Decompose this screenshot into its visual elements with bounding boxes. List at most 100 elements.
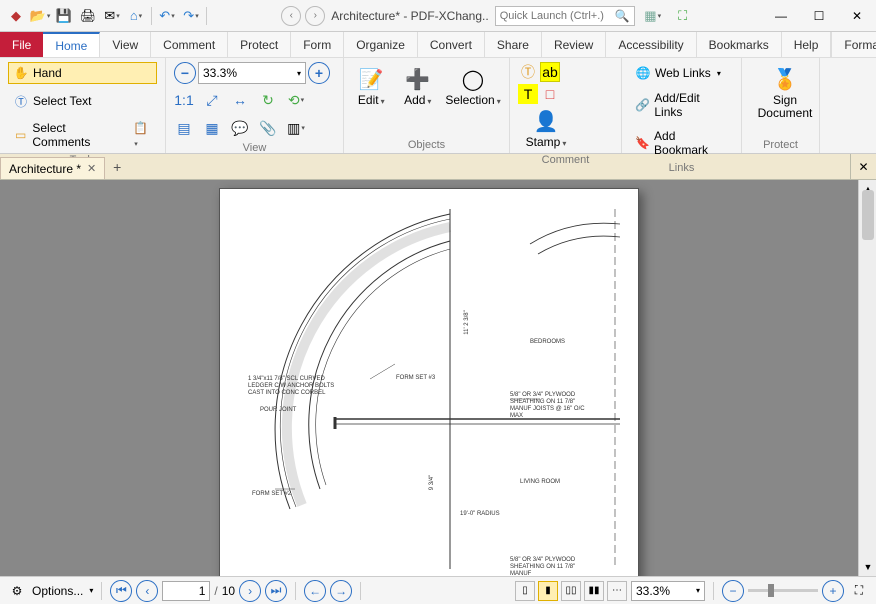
document-tab[interactable]: Architecture * ✕: [0, 157, 105, 179]
stamp-button[interactable]: 👤 Stamp: [518, 104, 574, 152]
label-dim1: 11' 2 3/8": [464, 310, 471, 335]
close-button[interactable]: ✕: [838, 1, 876, 31]
nav-forward-icon[interactable]: ›: [305, 6, 325, 26]
sign-document-button[interactable]: 🏅 Sign Document: [750, 62, 820, 122]
add-icon: ➕: [403, 64, 433, 94]
two-continuous-view[interactable]: ▮▮: [584, 581, 604, 601]
label-bedrooms: BEDROOMS: [530, 339, 565, 346]
fit-page-icon[interactable]: ⤢: [202, 90, 222, 110]
comments-panel-icon[interactable]: 💬: [230, 118, 250, 138]
undo-icon[interactable]: ↶: [155, 4, 179, 28]
menu-format[interactable]: Format: [831, 32, 876, 57]
shape-icon[interactable]: □: [540, 84, 560, 104]
nav-back-button[interactable]: ←: [304, 580, 326, 602]
more-views-icon[interactable]: ⋯: [607, 581, 627, 601]
menu-view[interactable]: View: [100, 32, 151, 57]
fit-visible-icon[interactable]: ↻: [258, 90, 278, 110]
zoom-in-button[interactable]: +: [308, 62, 330, 84]
clipboard-dropdown-icon[interactable]: 📋: [133, 121, 152, 149]
add-bookmark-button[interactable]: 🔖 Add Bookmark: [630, 126, 733, 160]
maximize-button[interactable]: ☐: [800, 1, 838, 31]
vertical-scrollbar[interactable]: ▲ ▼: [858, 180, 876, 576]
add-edit-links-button[interactable]: 🔗 Add/Edit Links: [630, 88, 733, 122]
textbox-icon[interactable]: T: [518, 84, 538, 104]
panel-icon[interactable]: ▤: [174, 118, 194, 138]
menu-convert[interactable]: Convert: [418, 32, 485, 57]
menu-help[interactable]: Help: [782, 32, 832, 57]
fit-width-icon[interactable]: ↔: [230, 90, 250, 110]
selection-button[interactable]: ◯ Selection: [445, 62, 501, 110]
app-icon[interactable]: ◆: [4, 4, 28, 28]
menu-form[interactable]: Form: [291, 32, 344, 57]
continuous-view[interactable]: ▮: [538, 581, 558, 601]
open-icon[interactable]: 📂: [28, 4, 52, 28]
menu-review[interactable]: Review: [542, 32, 606, 57]
menu-file[interactable]: File: [0, 32, 43, 57]
first-page-button[interactable]: ⏮: [110, 580, 132, 602]
highlight-icon[interactable]: ab: [540, 62, 560, 82]
scroll-down-icon[interactable]: ▼: [861, 560, 875, 574]
edit-button[interactable]: 📝 Edit: [352, 62, 391, 110]
label-sheathing-2: 5/8" OR 3/4" PLYWOOD SHEATHING ON 11 7/8…: [510, 557, 598, 576]
options-gear-icon[interactable]: ⚙: [6, 580, 28, 602]
group-label-protect: Protect: [750, 137, 811, 151]
globe-icon: 🌐: [635, 65, 651, 81]
menu-organize[interactable]: Organize: [344, 32, 418, 57]
typewriter-icon[interactable]: Ⓣ: [518, 62, 538, 82]
redo-icon[interactable]: ↷: [179, 4, 203, 28]
label-radius: 19'-0" RADIUS: [460, 511, 500, 518]
scan-icon[interactable]: ⌂: [124, 4, 148, 28]
single-page-view[interactable]: ▯: [515, 581, 535, 601]
two-page-view[interactable]: ▯▯: [561, 581, 581, 601]
last-page-button[interactable]: ⏭: [265, 580, 287, 602]
select-comments-tool[interactable]: ▭ Select Comments 📋: [8, 118, 157, 152]
menu-accessibility[interactable]: Accessibility: [606, 32, 696, 57]
label-pour-joint: POUR JOINT: [260, 407, 296, 414]
label-dim2: 9 3/4": [429, 475, 436, 490]
select-text-tool[interactable]: Ⓣ Select Text: [8, 90, 157, 112]
thumbnails-icon[interactable]: ▦: [202, 118, 222, 138]
fullscreen-icon[interactable]: ⛶: [848, 580, 870, 602]
fit-window-icon[interactable]: ⛶: [671, 4, 695, 28]
nav-back-icon[interactable]: ‹: [281, 6, 301, 26]
email-icon[interactable]: ✉: [100, 4, 124, 28]
group-label-comment: Comment: [518, 152, 613, 166]
menu-share[interactable]: Share: [485, 32, 542, 57]
options-label[interactable]: Options...: [32, 584, 83, 598]
nav-forward-button[interactable]: →: [330, 580, 352, 602]
close-panel-button[interactable]: ✕: [850, 154, 876, 179]
scroll-thumb[interactable]: [862, 190, 874, 240]
text-select-icon: Ⓣ: [13, 93, 29, 109]
print-icon[interactable]: 🖨: [76, 4, 100, 28]
zoom-in-status[interactable]: +: [822, 580, 844, 602]
web-links-button[interactable]: 🌐 Web Links▾: [630, 62, 733, 84]
label-sheathing-1: 5/8" OR 3/4" PLYWOOD SHEATHING ON 11 7/8…: [510, 392, 598, 420]
menu-protect[interactable]: Protect: [228, 32, 291, 57]
zoom-select[interactable]: 33.3%▾: [631, 581, 705, 601]
hand-tool[interactable]: ✋ Hand: [8, 62, 157, 84]
zoom-out-button[interactable]: −: [174, 62, 196, 84]
quick-launch-input[interactable]: 🔍: [495, 6, 635, 26]
minimize-button[interactable]: —: [762, 1, 800, 31]
more-panels-icon[interactable]: ▥: [286, 118, 306, 138]
zoom-value-field[interactable]: 33.3%▾: [198, 62, 306, 84]
add-button[interactable]: ➕ Add: [399, 62, 438, 110]
zoom-slider[interactable]: [748, 589, 818, 592]
document-viewport[interactable]: BEDROOMS LIVING ROOM 1 3/4"x11 7/8" SCL …: [0, 180, 858, 576]
actual-size-icon[interactable]: 1:1: [174, 90, 194, 110]
attachments-icon[interactable]: 📎: [258, 118, 278, 138]
next-page-button[interactable]: ›: [239, 580, 261, 602]
zoom-out-status[interactable]: −: [722, 580, 744, 602]
close-tab-icon[interactable]: ✕: [87, 162, 96, 175]
ui-options-icon[interactable]: ▦: [641, 4, 665, 28]
menu-bookmarks[interactable]: Bookmarks: [697, 32, 782, 57]
page-number-input[interactable]: [162, 581, 210, 601]
save-icon[interactable]: 💾: [52, 4, 76, 28]
new-tab-button[interactable]: +: [105, 154, 129, 179]
menu-home[interactable]: Home: [43, 32, 100, 57]
link-icon: 🔗: [635, 97, 650, 113]
edit-icon: 📝: [356, 64, 386, 94]
menu-comment[interactable]: Comment: [151, 32, 228, 57]
rotate-view-icon[interactable]: ⟲: [286, 90, 306, 110]
prev-page-button[interactable]: ‹: [136, 580, 158, 602]
